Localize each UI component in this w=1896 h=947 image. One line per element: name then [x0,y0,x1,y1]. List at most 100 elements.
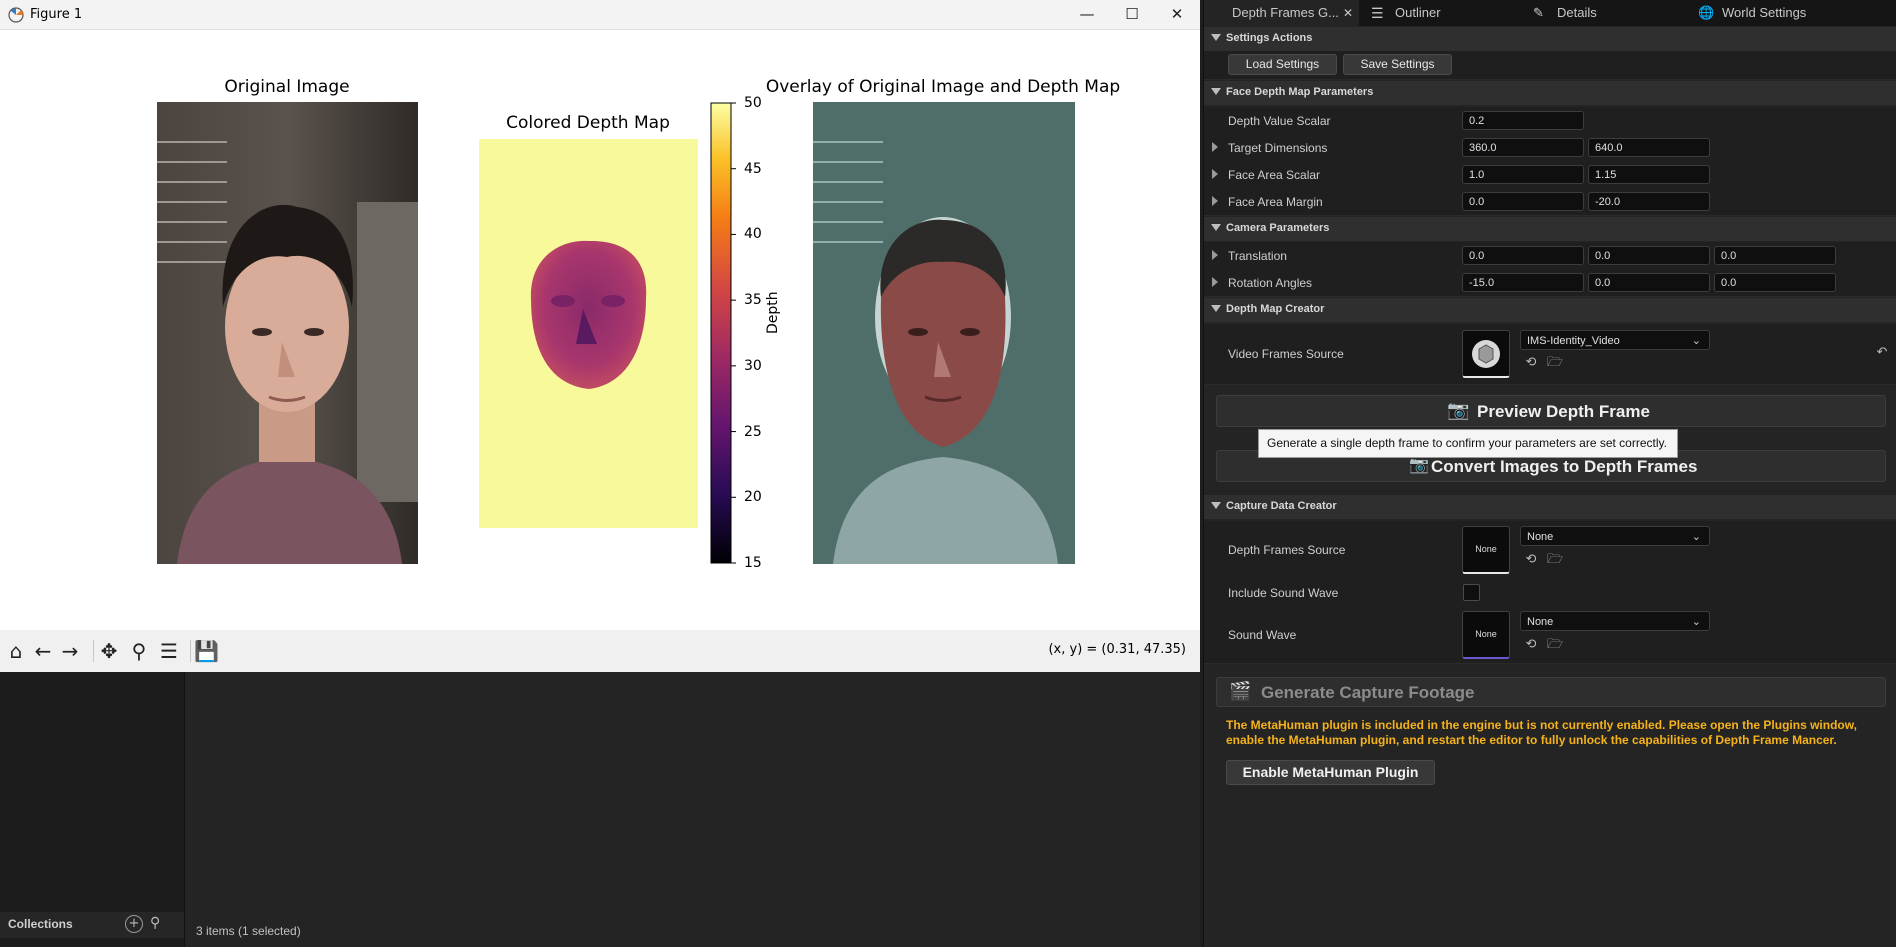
pan-icon[interactable]: ✥ [97,639,121,663]
browse-folder-icon[interactable]: 🗁 [1547,552,1563,568]
face-area-scalar-x-input[interactable]: 1.0 [1462,165,1584,184]
tab-outliner[interactable]: ☰ Outliner [1371,0,1491,26]
enable-metahuman-button[interactable]: Enable MetaHuman Plugin [1226,760,1435,785]
home-icon[interactable]: ⌂ [4,639,28,663]
panel-title-overlay: Overlay of Original Image and Depth Map [765,77,1121,97]
colorbar-tick-label: 30 [744,357,762,374]
use-selected-icon[interactable]: ⟲ [1523,552,1539,568]
row-include-sound-wave: Include Sound Wave [1204,578,1896,607]
save-icon[interactable]: 💾 [194,639,219,663]
use-selected-icon[interactable]: ⟲ [1523,637,1539,653]
row-sound-wave: Sound Wave None None ⌄ ⟲ 🗁 [1204,606,1896,664]
reset-arrow-icon[interactable]: ↶ [1874,345,1890,361]
toolbar-separator [190,640,191,662]
tab-details[interactable]: ✎ Details [1533,0,1653,26]
rotation-yaw-input[interactable]: 0.0 [1588,273,1710,292]
row-rotation-angles: Rotation Angles -15.0 0.0 0.0 [1204,269,1896,297]
tab-label: Depth Frames G... [1232,5,1339,20]
colorbar-tick-label: 50 [744,95,762,111]
browse-folder-icon[interactable]: 🗁 [1547,355,1563,371]
expand-arrow-icon[interactable] [1212,196,1218,206]
collapse-arrow-icon [1211,34,1221,41]
target-height-input[interactable]: 640.0 [1588,138,1710,157]
figure-window: Figure 1 — ☐ ✕ Original Image Colored De… [0,0,1200,672]
row-depth-value-scalar: Depth Value Scalar 0.2 [1204,107,1896,135]
overlay-image [813,102,1075,564]
tab-label: Outliner [1395,5,1441,20]
depth-value-scalar-input[interactable]: 0.2 [1462,111,1584,130]
camera-icon: 📷 [1409,457,1429,474]
translation-z-input[interactable]: 0.0 [1714,246,1836,265]
collapse-arrow-icon [1211,502,1221,509]
face-area-margin-y-input[interactable]: -20.0 [1588,192,1710,211]
section-face-depth[interactable]: Face Depth Map Parameters [1204,81,1896,105]
section-depth-map-creator[interactable]: Depth Map Creator [1204,298,1896,322]
face-area-scalar-y-input[interactable]: 1.15 [1588,165,1710,184]
panel-title-original: Original Image [224,77,350,97]
row-translation: Translation 0.0 0.0 0.0 [1204,242,1896,270]
translation-y-input[interactable]: 0.0 [1588,246,1710,265]
video-asset-thumbnail[interactable] [1462,330,1510,378]
figure-titlebar: Figure 1 — ☐ ✕ [0,0,1200,30]
tab-world-settings[interactable]: 🌐 World Settings [1698,0,1858,26]
section-camera[interactable]: Camera Parameters [1204,217,1896,241]
colorbar-tick-label: 35 [744,292,762,309]
close-icon[interactable]: ✕ [1343,0,1353,26]
maximize-icon[interactable]: ☐ [1121,4,1143,24]
use-selected-icon[interactable]: ⟲ [1523,355,1539,371]
row-face-area-margin: Face Area Margin 0.0 -20.0 [1204,188,1896,216]
tab-depth-frames[interactable]: Depth Frames G... ✕ [1204,0,1359,26]
target-width-input[interactable]: 360.0 [1462,138,1584,157]
collapse-arrow-icon [1211,88,1221,95]
pencil-icon: ✎ [1533,5,1544,20]
section-settings-actions[interactable]: Settings Actions [1204,27,1896,51]
minimize-icon[interactable]: — [1076,4,1098,24]
preview-depth-frame-button[interactable]: 📷 Preview Depth Frame [1216,395,1886,427]
translation-x-input[interactable]: 0.0 [1462,246,1584,265]
close-window-icon[interactable]: ✕ [1166,4,1188,24]
tab-label: Details [1557,5,1597,20]
tab-bar: Depth Frames G... ✕ ☰ Outliner ✎ Details… [1204,0,1896,26]
zoom-icon[interactable]: ⚲ [127,639,151,663]
browse-folder-icon[interactable]: 🗁 [1547,637,1563,653]
video-frames-dropdown[interactable]: IMS-Identity_Video ⌄ [1520,330,1710,350]
row-target-dimensions: Target Dimensions 360.0 640.0 [1204,134,1896,162]
sound-wave-thumbnail[interactable]: None [1462,611,1510,659]
load-settings-button[interactable]: Load Settings [1228,54,1337,75]
metahuman-warning: The MetaHuman plugin is included in the … [1226,718,1857,747]
coords-readout: (x, y) = (0.31, 47.35) [1048,642,1186,657]
figure-toolbar: ⌂ ← → ✥ ⚲ ☰ 💾 (x, y) = (0.31, 47.35) [0,630,1200,672]
depth-frames-thumbnail[interactable]: None [1462,526,1510,574]
expand-arrow-icon[interactable] [1212,277,1218,287]
chevron-down-icon: ⌄ [1691,335,1701,347]
depth-frames-dropdown[interactable]: None ⌄ [1520,526,1710,546]
collections-header[interactable]: Collections + ⚲ [0,912,184,938]
clapperboard-icon: 🎬 [1229,681,1252,701]
back-arrow-icon[interactable]: ← [31,639,55,663]
colorbar-tick-label: 15 [744,555,762,571]
settings-actions-row: Load Settings Save Settings [1204,51,1896,80]
expand-arrow-icon[interactable] [1212,250,1218,260]
sound-wave-dropdown[interactable]: None ⌄ [1520,611,1710,631]
collapse-arrow-icon [1211,305,1221,312]
save-settings-button[interactable]: Save Settings [1343,54,1452,75]
rotation-roll-input[interactable]: 0.0 [1714,273,1836,292]
row-video-frames-source: Video Frames Source IMS-Identity_Video ⌄… [1204,324,1896,385]
add-collection-icon[interactable]: + [125,915,143,933]
include-sound-wave-checkbox[interactable] [1463,584,1480,601]
generate-capture-footage-button[interactable]: 🎬 Generate Capture Footage [1216,677,1886,707]
rotation-pitch-input[interactable]: -15.0 [1462,273,1584,292]
content-browser-area: 3 items (1 selected) [185,672,1200,947]
expand-arrow-icon[interactable] [1212,169,1218,179]
section-capture-data-creator[interactable]: Capture Data Creator [1204,495,1896,519]
search-icon[interactable]: ⚲ [150,915,160,931]
colorbar-tick-label: 40 [744,226,762,243]
colorbar-tick-label: 20 [744,489,762,506]
face-area-margin-x-input[interactable]: 0.0 [1462,192,1584,211]
original-image [157,102,418,564]
expand-arrow-icon[interactable] [1212,142,1218,152]
configure-icon[interactable]: ☰ [157,639,181,663]
tooltip: Generate a single depth frame to confirm… [1258,429,1678,458]
figure-title: Figure 1 [30,7,83,22]
forward-arrow-icon[interactable]: → [58,639,82,663]
